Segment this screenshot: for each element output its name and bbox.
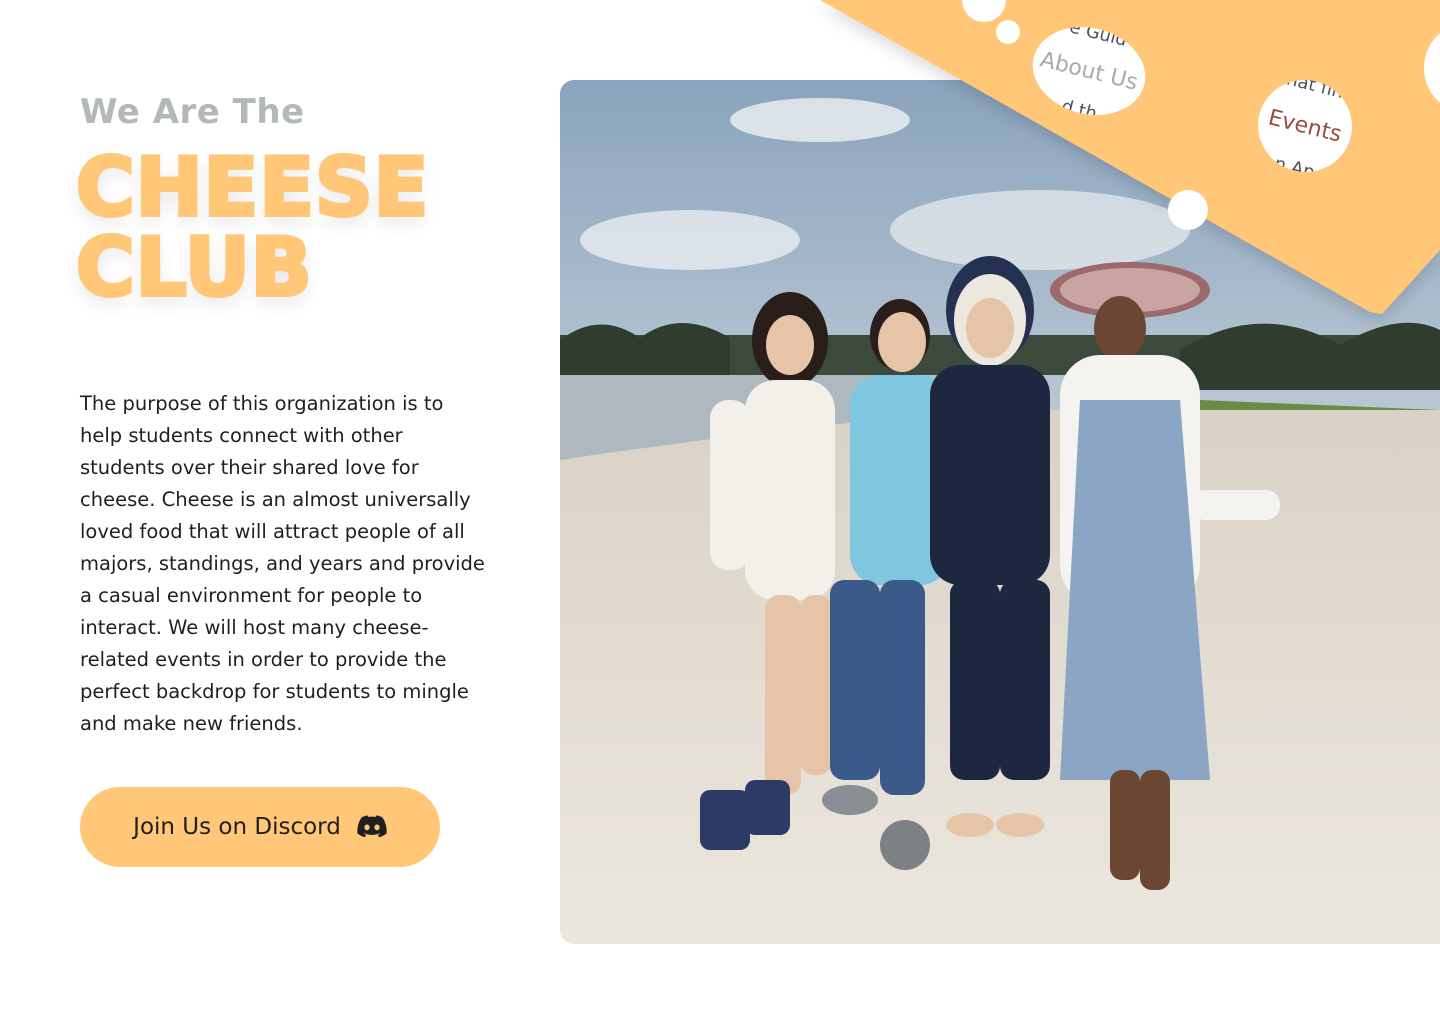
nav-about-us-label: About Us [1037,46,1141,96]
title-line-cheese: CHEESE [74,141,430,234]
title-line-club: CLUB [74,221,314,314]
discord-icon [357,815,387,839]
club-description: The purpose of this organization is to h… [80,392,485,735]
page-title: CHEESE CLUB [74,141,430,314]
nav-events-label: Events [1265,104,1345,148]
group-photo [560,80,1440,944]
hero-kicker: We Are The [80,92,305,132]
join-discord-button[interactable]: Join Us on Discord [80,787,440,867]
join-discord-label: Join Us on Discord [133,814,341,840]
